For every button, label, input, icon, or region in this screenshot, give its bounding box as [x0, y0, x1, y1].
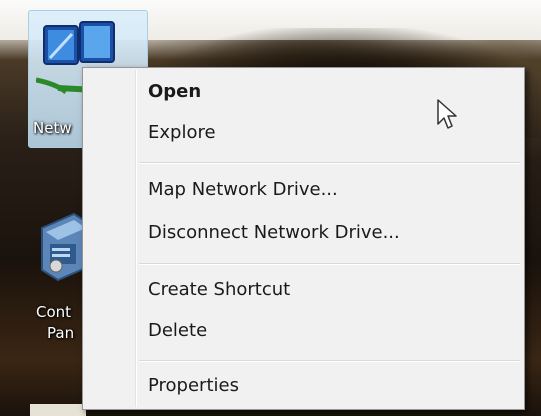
menu-separator — [139, 263, 520, 265]
menu-item-create-shortcut[interactable]: Create Shortcut — [148, 278, 290, 302]
menu-item-disconnect-network-drive[interactable]: Disconnect Network Drive... — [148, 221, 400, 245]
menu-separator — [139, 360, 520, 362]
control-panel-label-line2: Pan — [47, 324, 75, 342]
menu-icon-gutter — [135, 70, 137, 407]
menu-item-delete[interactable]: Delete — [148, 319, 207, 343]
menu-item-map-network-drive[interactable]: Map Network Drive... — [148, 178, 338, 202]
control-panel-label-line1: Cont — [36, 303, 72, 321]
context-menu: Open Explore Map Network Drive... Discon… — [82, 67, 525, 410]
menu-item-open[interactable]: Open — [148, 80, 201, 104]
menu-separator — [139, 162, 520, 164]
network-icon-label: Netw — [33, 119, 72, 137]
partial-desktop-icon — [30, 404, 86, 416]
mouse-pointer-icon — [437, 99, 457, 129]
menu-item-properties[interactable]: Properties — [148, 374, 239, 398]
menu-item-explore[interactable]: Explore — [148, 121, 216, 145]
